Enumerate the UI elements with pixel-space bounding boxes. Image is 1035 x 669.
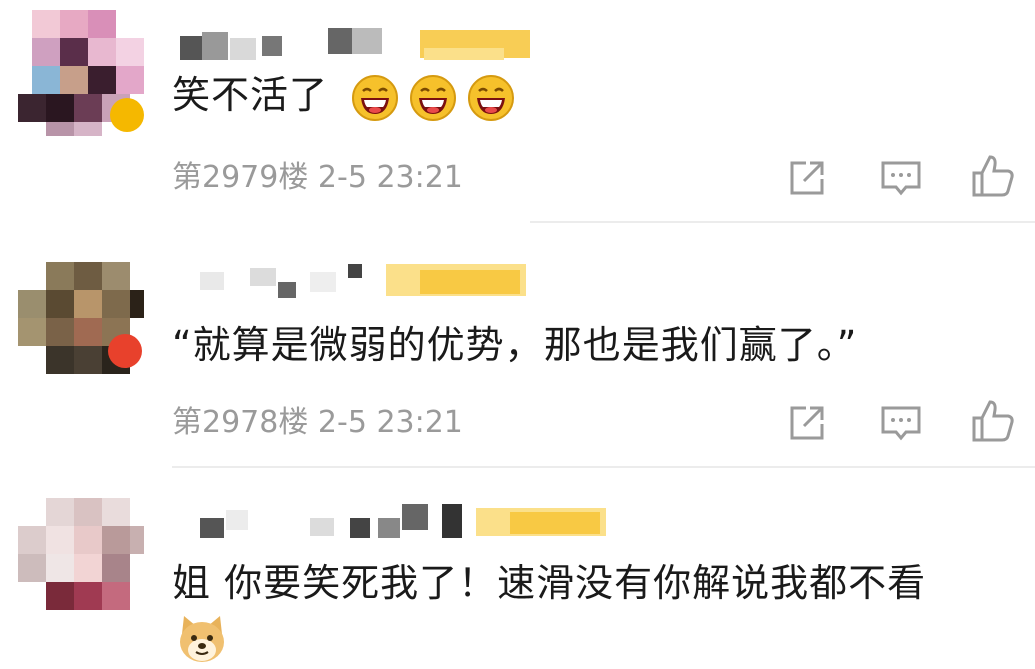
comment-text: 姐 你要笑死我了！速滑没有你解说我都不看 [172,560,926,606]
username-redacted[interactable] [180,504,610,538]
avatar[interactable] [18,498,144,624]
doge-icon [180,616,224,662]
comment-item: 姐 你要笑死我了！速滑没有你解说我都不看 [0,0,1035,669]
comment-text-content: 姐 你要笑死我了！速滑没有你解说我都不看 [172,561,927,605]
